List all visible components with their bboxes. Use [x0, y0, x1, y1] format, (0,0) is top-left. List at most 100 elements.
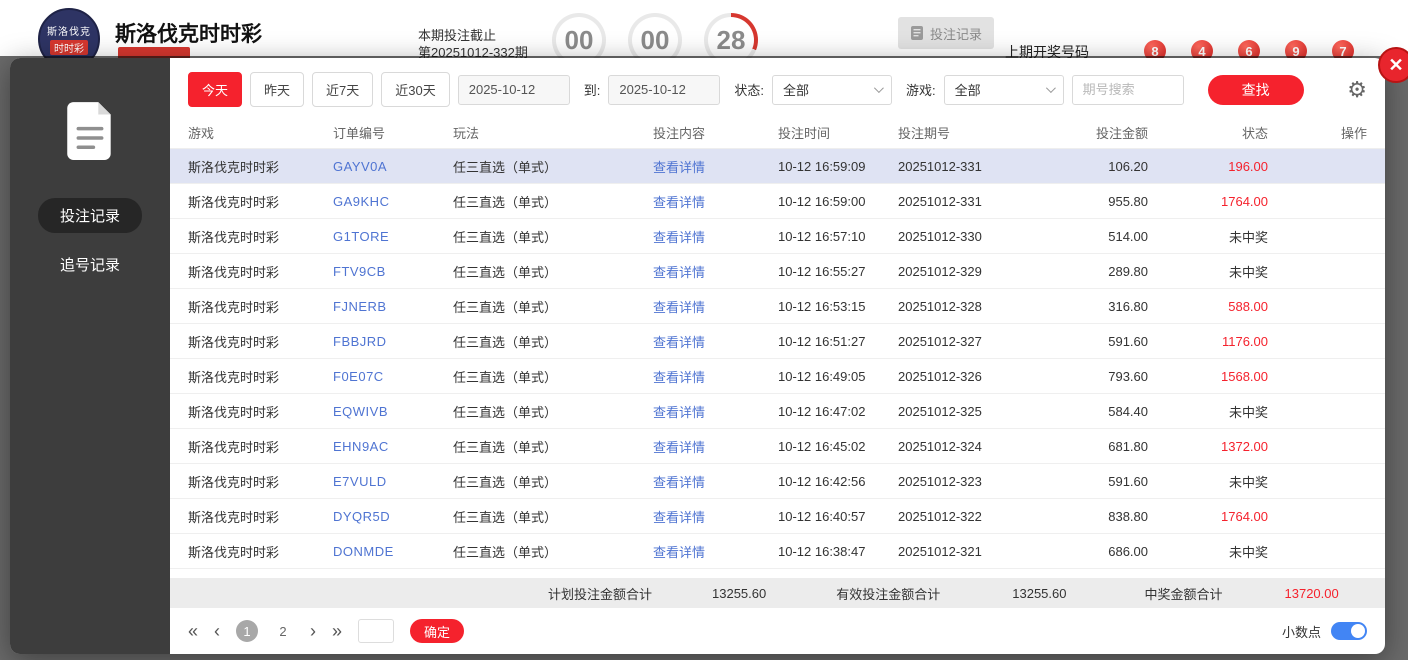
- search-button[interactable]: 查找: [1207, 74, 1304, 105]
- quick-filter-3[interactable]: 近7天: [312, 72, 374, 107]
- cell-detail: 查看详情: [653, 402, 778, 421]
- table-row[interactable]: 斯洛伐克时时彩 F0E07C 任三直选（单式） 查看详情 10-12 16:49:05 2…: [170, 359, 1385, 394]
- cell-amount: 514.00: [1108, 228, 1148, 244]
- quick-filter-4[interactable]: 近30天: [381, 72, 450, 107]
- bet-records-modal: 投注记录追号记录 今天昨天近7天近30天 到: 状态: 全部 游戏: 全部 查找…: [10, 58, 1385, 654]
- date-from-input[interactable]: [457, 74, 570, 105]
- cell-status: 未中奖: [1228, 229, 1268, 245]
- table-row[interactable]: 斯洛伐克时时彩 E7VULD 任三直选（单式） 查看详情 10-12 16:42:56 2…: [170, 464, 1385, 499]
- view-detail-link[interactable]: 查看详情: [653, 160, 705, 175]
- cell-game: 斯洛伐克时时彩: [188, 544, 280, 560]
- cell-play: 任三直选（单式）: [453, 369, 558, 385]
- table-body: 斯洛伐克时时彩 GAYV0A 任三直选（单式） 查看详情 10-12 16:59:09 2…: [170, 149, 1385, 578]
- first-page-button[interactable]: «: [188, 621, 198, 642]
- cell-amount: 289.80: [1108, 263, 1148, 279]
- cell-amount: 838.80: [1108, 508, 1148, 524]
- date-to-input[interactable]: [608, 74, 721, 105]
- table-row[interactable]: 斯洛伐克时时彩 EQWIVB 任三直选（单式） 查看详情 10-12 16:47:02 2…: [170, 394, 1385, 429]
- view-detail-link[interactable]: 查看详情: [653, 475, 705, 490]
- table-row[interactable]: 斯洛伐克时时彩 GA9KHC 任三直选（单式） 查看详情 10-12 16:59:00 2…: [170, 184, 1385, 219]
- cell-game: 斯洛伐克时时彩: [188, 334, 280, 350]
- cell-status: 1764.00: [1221, 193, 1268, 209]
- valid-total-value: 13255.60: [1012, 585, 1067, 601]
- status-select[interactable]: 全部: [771, 74, 892, 105]
- filter-bar: 今天昨天近7天近30天 到: 状态: 全部 游戏: 全部 查找 ⚙: [170, 58, 1385, 117]
- to-label: 到:: [583, 83, 601, 98]
- table-row[interactable]: 斯洛伐克时时彩 GAYV0A 任三直选（单式） 查看详情 10-12 16:59:09 2…: [170, 149, 1385, 184]
- cell-period: 20251012-330: [898, 228, 982, 244]
- cell-status: 1568.00: [1221, 368, 1268, 384]
- page-number-1[interactable]: 1: [236, 620, 259, 642]
- order-number: E7VULD: [333, 473, 387, 489]
- order-number: FJNERB: [333, 298, 387, 314]
- cell-status: 1176.00: [1221, 333, 1268, 349]
- view-detail-link[interactable]: 查看详情: [653, 300, 705, 315]
- cell-amount: 584.40: [1108, 403, 1148, 419]
- table-row[interactable]: 斯洛伐克时时彩 G1TORE 任三直选（单式） 查看详情 10-12 16:57:10 2…: [170, 219, 1385, 254]
- view-detail-link[interactable]: 查看详情: [653, 230, 705, 245]
- cell-time: 10-12 16:47:02: [778, 403, 866, 419]
- page-number-2[interactable]: 2: [272, 620, 294, 642]
- cell-period: 20251012-321: [898, 543, 982, 559]
- cell-time: 10-12 16:49:05: [778, 368, 866, 384]
- view-detail-link[interactable]: 查看详情: [653, 405, 705, 420]
- quick-filter-1[interactable]: 今天: [188, 72, 243, 107]
- view-detail-link[interactable]: 查看详情: [653, 265, 705, 280]
- cell-detail: 查看详情: [653, 262, 778, 281]
- close-button[interactable]: ✕: [1378, 47, 1408, 83]
- period-search-input[interactable]: [1071, 74, 1184, 105]
- cell-time: 10-12 16:38:47: [778, 543, 866, 559]
- page-jump-input[interactable]: [358, 619, 395, 643]
- view-detail-link[interactable]: 查看详情: [653, 370, 705, 385]
- table-row[interactable]: 斯洛伐克时时彩 DONMDE 任三直选（单式） 查看详情 10-12 16:38:47 2…: [170, 534, 1385, 569]
- table-row[interactable]: 斯洛伐克时时彩 FJNERB 任三直选（单式） 查看详情 10-12 16:53:15 2…: [170, 289, 1385, 324]
- table-row[interactable]: 斯洛伐克时时彩 FTV9CB 任三直选（单式） 查看详情 10-12 16:55:27 2…: [170, 254, 1385, 289]
- gear-icon[interactable]: ⚙: [1347, 78, 1367, 101]
- view-detail-link[interactable]: 查看详情: [653, 195, 705, 210]
- game-select[interactable]: 全部: [943, 74, 1064, 105]
- cell-amount: 591.60: [1108, 333, 1148, 349]
- column-header: 投注时间: [778, 126, 831, 141]
- order-number: GA9KHC: [333, 193, 390, 209]
- cell-game: 斯洛伐克时时彩: [188, 159, 280, 175]
- quick-filter-2[interactable]: 昨天: [250, 72, 305, 107]
- cell-detail: 查看详情: [653, 332, 778, 351]
- cell-period: 20251012-328: [898, 298, 982, 314]
- summary-row: 计划投注金额合计 13255.60 有效投注金额合计 13255.60 中奖金额…: [170, 578, 1385, 608]
- page-confirm-button[interactable]: 确定: [410, 619, 465, 643]
- valid-total-label: 有效投注金额合计: [836, 586, 941, 602]
- column-header: 投注金额: [1095, 126, 1148, 141]
- order-number: DYQR5D: [333, 508, 391, 524]
- cell-play: 任三直选（单式）: [453, 299, 558, 315]
- chevron-down-icon: [873, 83, 884, 94]
- view-detail-link[interactable]: 查看详情: [653, 545, 705, 560]
- order-number: EQWIVB: [333, 403, 389, 419]
- cell-period: 20251012-331: [898, 193, 982, 209]
- cell-status: 588.00: [1228, 298, 1268, 314]
- cell-time: 10-12 16:45:02: [778, 438, 866, 454]
- table-row[interactable]: 斯洛伐克时时彩 DYQR5D 任三直选（单式） 查看详情 10-12 16:40:57 2…: [170, 499, 1385, 534]
- close-icon: ✕: [1388, 54, 1404, 75]
- last-page-button[interactable]: »: [332, 621, 342, 642]
- order-number: G1TORE: [333, 228, 390, 244]
- decimal-toggle[interactable]: [1331, 622, 1367, 640]
- table-row[interactable]: 斯洛伐克时时彩 EHN9AC 任三直选（单式） 查看详情 10-12 16:45:02 2…: [170, 429, 1385, 464]
- bet-record-button[interactable]: 投注记录: [898, 17, 995, 49]
- cell-play: 任三直选（单式）: [453, 544, 558, 560]
- cell-period: 20251012-327: [898, 333, 982, 349]
- view-detail-link[interactable]: 查看详情: [653, 335, 705, 350]
- prev-page-button[interactable]: ‹: [214, 621, 220, 642]
- next-page-button[interactable]: ›: [310, 621, 316, 642]
- sidebar-item-chase-records[interactable]: 追号记录: [38, 247, 142, 282]
- cell-play: 任三直选（单式）: [453, 474, 558, 490]
- cell-play: 任三直选（单式）: [453, 229, 558, 245]
- column-header: 状态: [1241, 126, 1268, 141]
- table-row[interactable]: 斯洛伐克时时彩 FBBJRD 任三直选（单式） 查看详情 10-12 16:51:27 2…: [170, 324, 1385, 359]
- view-detail-link[interactable]: 查看详情: [653, 440, 705, 455]
- cell-play: 任三直选（单式）: [453, 264, 558, 280]
- status-label: 状态:: [734, 83, 764, 98]
- view-detail-link[interactable]: 查看详情: [653, 510, 705, 525]
- sidebar-item-bet-records[interactable]: 投注记录: [37, 198, 142, 233]
- cell-time: 10-12 16:42:56: [778, 473, 866, 489]
- game-label: 游戏:: [905, 83, 936, 98]
